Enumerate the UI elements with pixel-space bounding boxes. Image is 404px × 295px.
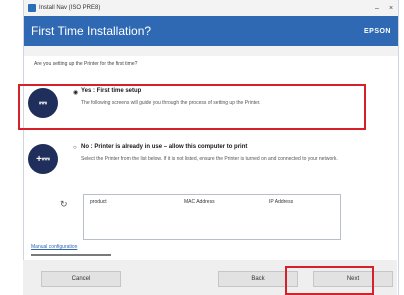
printer-setup-icon: ⎓ bbox=[28, 88, 58, 118]
option-description: The following screens will guide you thr… bbox=[81, 100, 261, 106]
option-description: Select the Printer from the list below. … bbox=[81, 156, 338, 162]
column-header-mac: MAC Address bbox=[184, 199, 215, 205]
page-header: First Time Installation? EPSON bbox=[24, 16, 398, 46]
page-title: First Time Installation? bbox=[31, 24, 152, 38]
add-computer-icon: +⎓ bbox=[28, 144, 58, 174]
close-icon[interactable]: × bbox=[384, 5, 398, 12]
next-button[interactable]: Next bbox=[313, 271, 393, 287]
column-header-product: product bbox=[90, 199, 107, 205]
option-first-time-setup[interactable]: ⎓ ◉ Yes : First time setup The following… bbox=[18, 84, 366, 130]
minimize-icon[interactable]: – bbox=[370, 5, 384, 12]
header-band bbox=[24, 46, 398, 56]
back-button[interactable]: Back bbox=[218, 271, 298, 287]
radio-already-in-use[interactable]: ○ bbox=[73, 145, 77, 151]
radio-first-time[interactable]: ◉ bbox=[73, 89, 78, 96]
option-label: No : Printer is already in use – allow t… bbox=[81, 144, 248, 150]
brand-logo: EPSON bbox=[363, 27, 391, 35]
window-title: Install Nav (ISO PRE8) bbox=[39, 5, 101, 11]
refresh-icon[interactable]: ↻ bbox=[60, 199, 68, 210]
app-icon bbox=[28, 4, 36, 12]
cancel-button[interactable]: Cancel bbox=[41, 271, 121, 287]
button-bar: Cancel Back Next bbox=[23, 260, 397, 295]
column-header-ip: IP Address bbox=[269, 199, 294, 205]
setup-question: Are you setting up the Printer for the f… bbox=[34, 61, 138, 67]
manual-configuration-link[interactable]: Manual configuration bbox=[31, 244, 77, 250]
option-label: Yes : First time setup bbox=[81, 88, 142, 94]
progress-indicator bbox=[31, 254, 111, 256]
option-already-in-use[interactable]: +⎓ ○ No : Printer is already in use – al… bbox=[18, 140, 366, 182]
printer-list[interactable]: product MAC Address IP Address bbox=[83, 194, 341, 240]
title-bar: Install Nav (ISO PRE8) – × bbox=[24, 0, 398, 16]
